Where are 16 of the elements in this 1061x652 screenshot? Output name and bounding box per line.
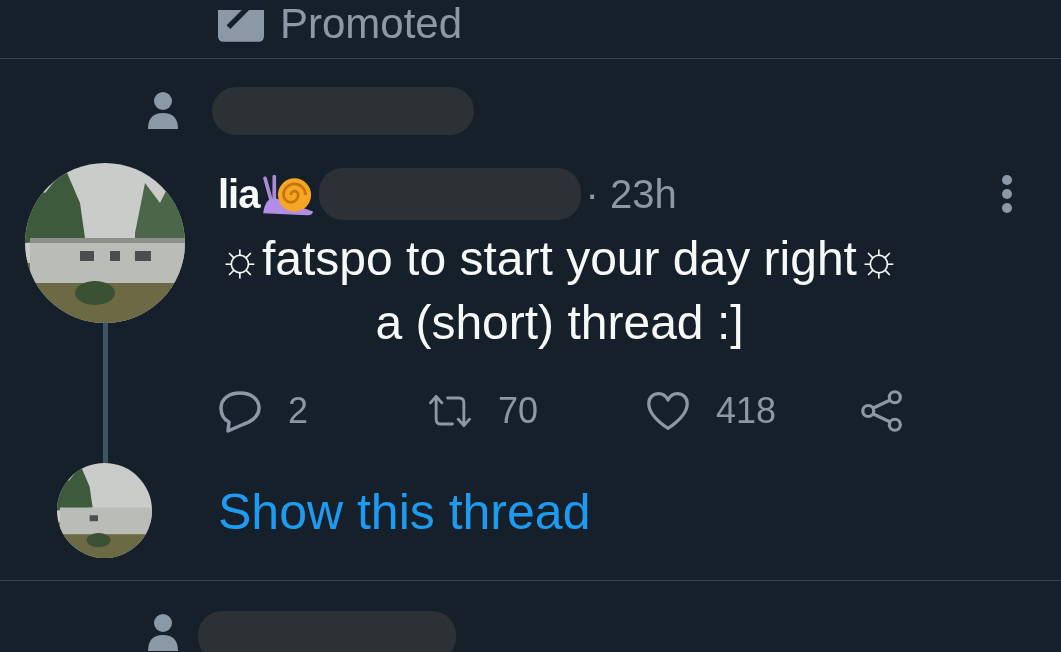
heart-icon[interactable] [646, 389, 690, 433]
tweet-text: a (short) thread :] [375, 295, 744, 351]
promoted-label: Promoted [280, 6, 463, 42]
action-count: 418 [716, 390, 777, 432]
tweet-text: ☼fatspo to start your day right☼ [218, 231, 901, 287]
person-icon [148, 613, 178, 652]
show-thread-link[interactable]: Show this thread [218, 483, 591, 541]
tweet-time[interactable]: · 23h [585, 171, 677, 217]
action-count: 70 [498, 390, 539, 432]
promoted-icon [218, 10, 264, 42]
display-name[interactable]: lia [218, 171, 260, 217]
more-options-icon[interactable] [1001, 174, 1013, 214]
action-count: 2 [288, 390, 309, 432]
reply-icon[interactable] [218, 389, 262, 433]
share-icon[interactable] [860, 389, 904, 433]
person-icon [148, 91, 178, 131]
